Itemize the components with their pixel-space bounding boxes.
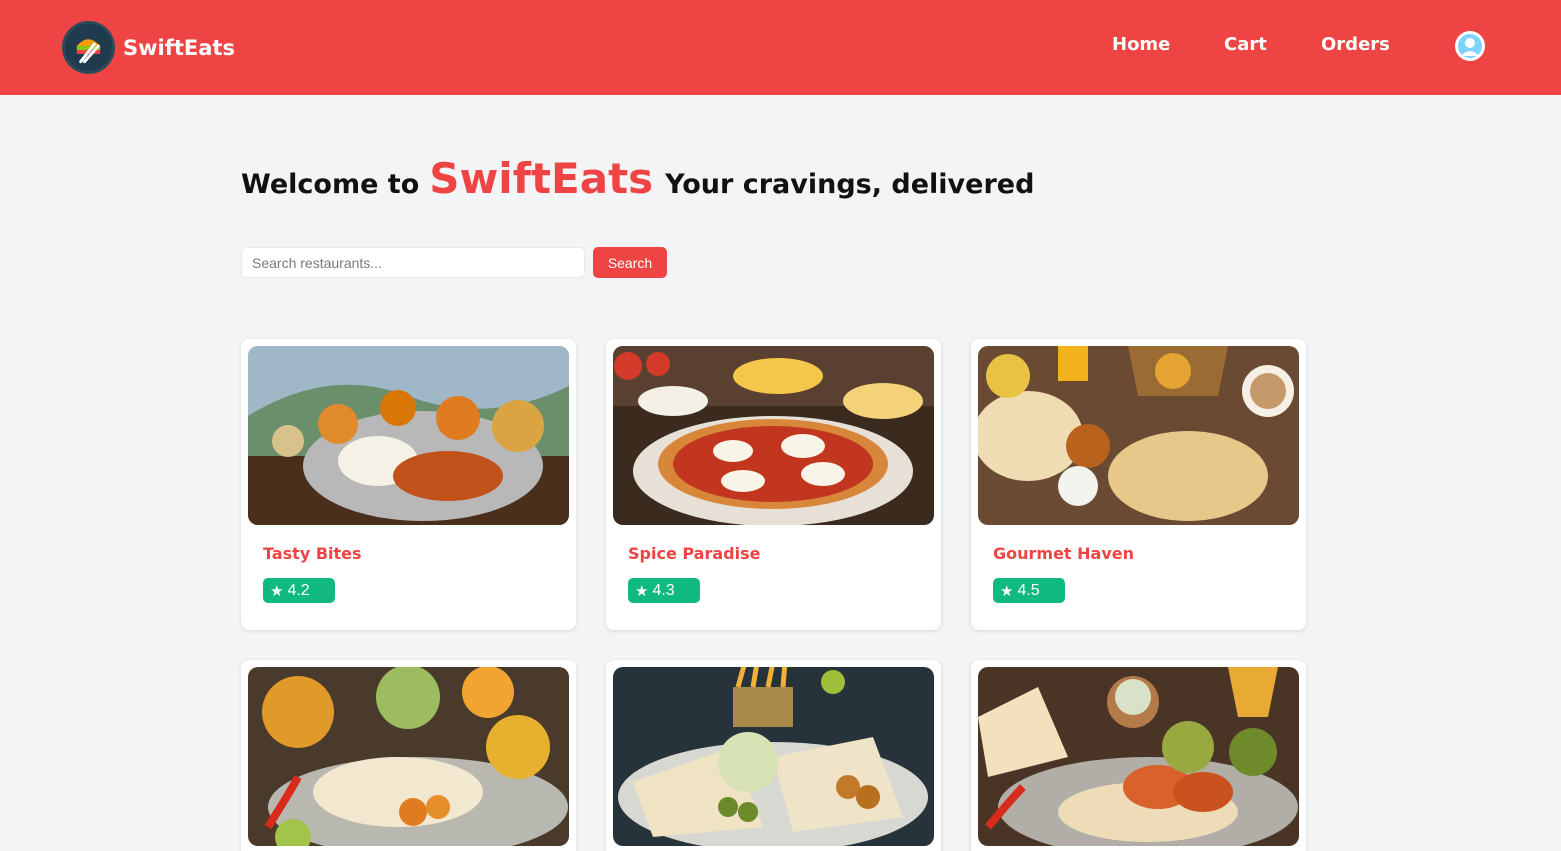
rating-badge: ★ 4.2 [263, 578, 335, 603]
restaurant-image [613, 346, 934, 525]
hero-prefix: Welcome to [241, 169, 420, 200]
restaurant-name: Tasty Bites [263, 544, 362, 563]
rating-value: 4.3 [652, 581, 675, 599]
user-circle-icon[interactable] [1455, 31, 1485, 61]
search-input[interactable] [241, 247, 585, 278]
rating-value: 4.2 [287, 581, 310, 599]
logo-icon [62, 21, 115, 74]
restaurant-card[interactable] [241, 660, 576, 851]
hero-heading: Welcome to SwiftEats Your cravings, deli… [241, 154, 1034, 203]
restaurant-image [978, 346, 1299, 525]
restaurant-card[interactable] [971, 660, 1306, 851]
rating-badge: ★ 4.5 [993, 578, 1065, 603]
star-icon: ★ [270, 582, 284, 600]
brand[interactable]: SwiftEats [62, 21, 235, 74]
restaurant-card[interactable]: Tasty Bites ★ 4.2 [241, 339, 576, 630]
restaurant-name: Gourmet Haven [993, 544, 1135, 563]
restaurant-image [248, 667, 569, 846]
restaurant-image [613, 667, 934, 846]
search-button[interactable]: Search [593, 247, 667, 278]
restaurant-card[interactable]: Spice Paradise ★ 4.3 [606, 339, 941, 630]
hero-brand: SwiftEats [429, 154, 654, 203]
star-icon: ★ [635, 582, 649, 600]
navbar: SwiftEats Home Cart Orders [0, 0, 1561, 95]
nav-cart-link[interactable]: Cart [1224, 34, 1267, 55]
nav-home-link[interactable]: Home [1112, 34, 1170, 55]
hero-tagline: Your cravings, delivered [665, 169, 1035, 200]
restaurant-image [978, 667, 1299, 846]
restaurant-card[interactable]: Gourmet Haven ★ 4.5 [971, 339, 1306, 630]
rating-value: 4.5 [1017, 581, 1040, 599]
restaurant-image [248, 346, 569, 525]
restaurant-card[interactable] [606, 660, 941, 851]
rating-badge: ★ 4.3 [628, 578, 700, 603]
restaurant-name: Spice Paradise [628, 544, 761, 563]
star-icon: ★ [1000, 582, 1014, 600]
nav-orders-link[interactable]: Orders [1321, 34, 1390, 55]
brand-name: SwiftEats [123, 35, 235, 60]
